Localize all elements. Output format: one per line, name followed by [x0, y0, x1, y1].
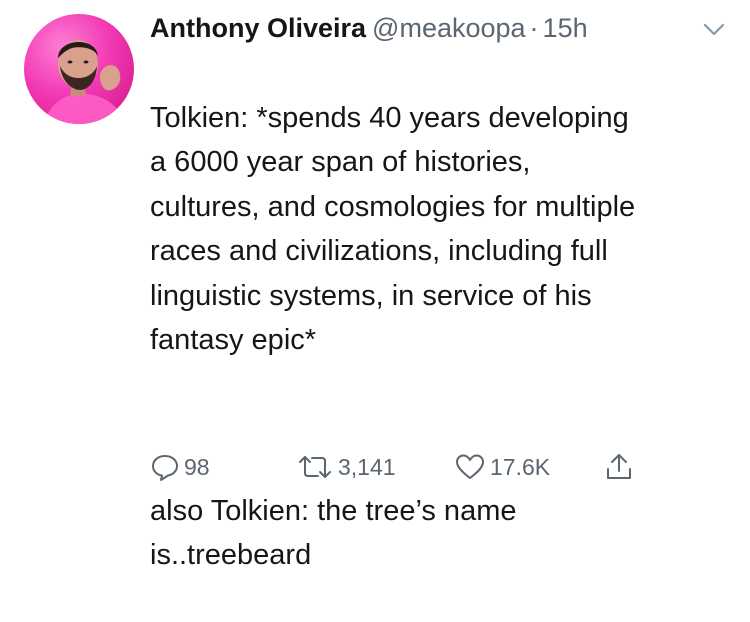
separator-dot: ·: [529, 13, 539, 43]
user-name[interactable]: Anthony Oliveira: [150, 13, 366, 43]
reply-icon: [152, 455, 178, 481]
like-count: 17.6K: [490, 453, 551, 480]
share-button[interactable]: [604, 450, 638, 484]
tweet: Anthony Oliveira @meakoopa · 15h Tolkien: *…: [0, 0, 750, 571]
tweet-paragraph-2: also Tolkien: the tree’s name is..treebe…: [150, 494, 517, 572]
retweet-button[interactable]: 3,141: [296, 450, 396, 484]
reply-count: 98: [184, 453, 210, 480]
timestamp[interactable]: 15h: [543, 13, 588, 43]
heart-icon: [456, 454, 484, 479]
tweet-text: Tolkien: *spends 40 years developing a 6…: [150, 51, 735, 622]
tweet-paragraph-1: Tolkien: *spends 40 years developing a 6…: [150, 101, 636, 357]
user-handle[interactable]: @meakoopa: [372, 13, 526, 43]
reply-button[interactable]: 98: [150, 450, 210, 484]
retweet-icon: [299, 456, 331, 478]
avatar-photo: [44, 40, 124, 124]
action-bar: 98 3,141 17.6K: [148, 450, 708, 484]
avatar[interactable]: [24, 14, 134, 124]
retweet-count: 3,141: [338, 453, 396, 480]
chevron-down-icon[interactable]: [701, 18, 727, 40]
like-button[interactable]: 17.6K: [454, 450, 550, 484]
share-icon: [607, 454, 631, 479]
tweet-header: Anthony Oliveira @meakoopa · 15h: [150, 8, 730, 48]
